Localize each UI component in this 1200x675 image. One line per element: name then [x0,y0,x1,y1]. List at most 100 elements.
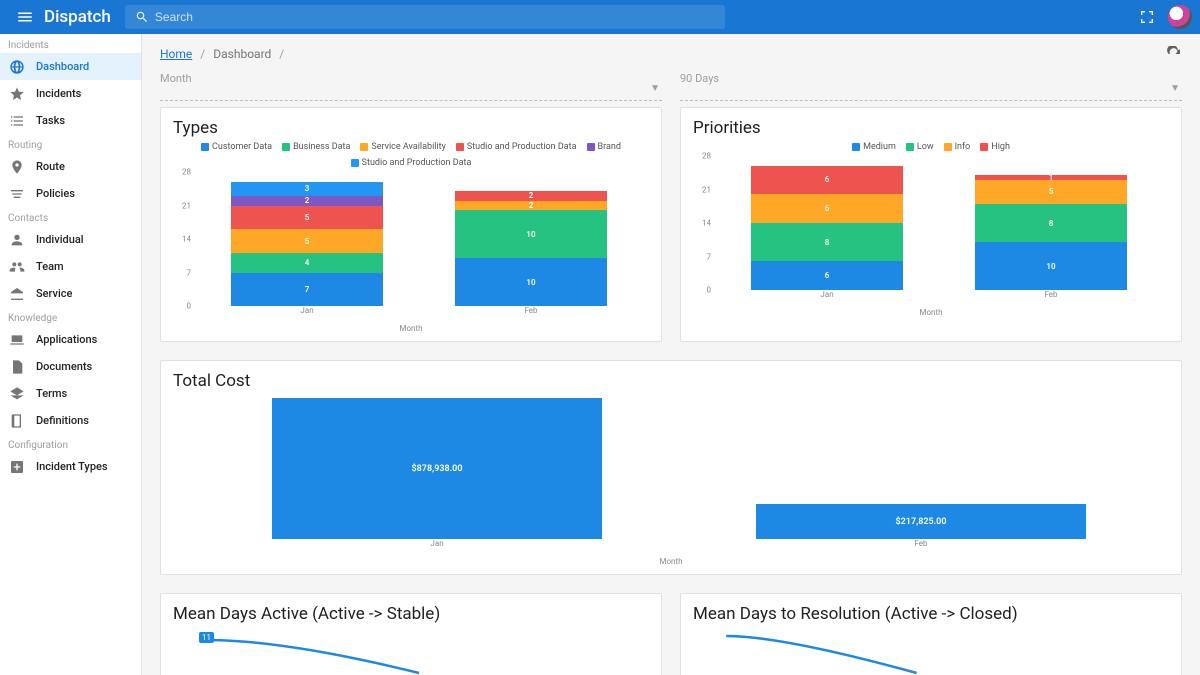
breadcrumb-current: Dashboard [213,47,271,61]
bar-segment: 8 [975,204,1127,242]
sidebar-item-label: Service [36,287,72,300]
sidebar-item-incident-types[interactable]: Incident Types [0,453,141,480]
data-point-label: 11 [199,632,214,643]
plus-box-icon [8,458,26,476]
bar-segment: 10 [975,242,1127,290]
legend-item: Studio and Production Data [351,158,472,168]
legend-item: Studio and Production Data [456,142,577,152]
refresh-button[interactable] [1166,46,1182,62]
sidebar-item-label: Incidents [36,87,81,100]
bar-column: 10851 [975,156,1127,290]
sidebar-group-label: Configuration [0,434,141,453]
search-icon [135,10,149,24]
sidebar-item-policies[interactable]: Policies [0,180,141,207]
legend-item: Brand [587,142,621,152]
policies-icon [8,185,26,203]
bar-segment: 10 [455,258,607,306]
globe-icon [8,58,26,76]
bar-segment: 4 [231,253,383,272]
sidebar-item-definitions[interactable]: Definitions [0,407,141,434]
bar-column: 101022 [455,172,607,306]
sidebar-group-label: Contacts [0,207,141,226]
bar-segment: 5 [975,180,1127,204]
priorities-legend: Medium Low Info High [693,142,1169,152]
legend-item: Business Data [282,142,350,152]
refresh-icon [1166,46,1182,62]
bar-segment: 6 [751,166,903,195]
sidebar-group-label: Incidents [0,34,141,53]
sidebar-item-label: Tasks [36,114,65,127]
search-input[interactable] [155,10,715,24]
search-field[interactable] [125,5,725,29]
menu-button[interactable] [8,0,42,34]
cost-card: Total Cost $878,938.00$217,825.00 JanFeb… [160,360,1182,575]
book-icon [8,412,26,430]
bar-segment: 5 [231,229,383,253]
checklist-icon [8,112,26,130]
cost-bar: $878,938.00 [272,398,601,539]
hamburger-icon [16,8,34,26]
sidebar-item-dashboard[interactable]: Dashboard [0,53,141,80]
sidebar-item-route[interactable]: Route [0,153,141,180]
sidebar-item-label: Team [36,260,64,273]
sidebar-item-tasks[interactable]: Tasks [0,107,141,134]
cost-bar: $217,825.00 [756,504,1085,539]
sidebar-group-label: Routing [0,134,141,153]
sidebar-item-label: Incident Types [36,460,108,473]
range-select[interactable]: 90 Days ▼ [680,72,1182,101]
pin-icon [8,158,26,176]
star-icon [8,85,26,103]
bar-segment: 2 [455,191,607,201]
group-icon [8,258,26,276]
app-header: Dispatch [0,0,1200,34]
chevron-down-icon: ▼ [1170,83,1180,94]
legend-item: Low [906,142,934,152]
bar-segment: 10 [455,210,607,258]
cost-chart: $878,938.00$217,825.00 JanFeb [195,395,1163,555]
sidebar-item-label: Route [36,160,65,173]
breadcrumb-home[interactable]: Home [160,47,192,61]
sidebar-item-service[interactable]: Service [0,280,141,307]
bar-segment: 7 [231,273,383,307]
legend-item: High [980,142,1010,152]
bar-segment: 6 [751,194,903,223]
mean-resolution-chart: 7.0 [715,628,1163,675]
legend-item: Service Availability [360,142,445,152]
sidebar-item-label: Terms [36,387,67,400]
sidebar-item-label: Dashboard [36,60,89,73]
sidebar-item-label: Applications [36,333,97,346]
range-label: 90 Days [680,72,1182,87]
sidebar-item-terms[interactable]: Terms [0,380,141,407]
person-icon [8,231,26,249]
sidebar-item-documents[interactable]: Documents [0,353,141,380]
mean-active-chart: 12 11 [195,628,643,675]
fullscreen-icon [1139,9,1155,25]
types-legend: Customer DataBusiness DataService Availa… [173,142,649,168]
card-title: Mean Days to Resolution (Active -> Close… [693,604,1169,624]
sidebar-item-label: Documents [36,360,92,373]
groupby-select[interactable]: Month ▼ [160,72,662,101]
types-chart: 07142128 745523101022 JanFeb [195,172,643,322]
fullscreen-button[interactable] [1130,0,1164,34]
sidebar-item-label: Definitions [36,414,89,427]
sidebar-item-label: Policies [36,187,75,200]
legend-item: Medium [852,142,896,152]
user-avatar[interactable] [1168,5,1192,29]
bar-column: 745523 [231,172,383,306]
bar-segment: 6 [751,261,903,290]
sidebar-item-team[interactable]: Team [0,253,141,280]
bar-segment: 2 [231,196,383,206]
sidebar-item-incidents[interactable]: Incidents [0,80,141,107]
bar-segment: 3 [231,182,383,196]
card-title: Priorities [693,118,1169,138]
service-icon [8,285,26,303]
layers-icon [8,385,26,403]
breadcrumb: Home / Dashboard / [160,46,1182,62]
bar-column: 6866 [751,156,903,290]
card-title: Types [173,118,649,138]
chevron-down-icon: ▼ [650,83,660,94]
legend-item: Info [944,142,971,152]
mean-active-card: Mean Days Active (Active -> Stable) 12 1… [160,593,662,675]
sidebar-item-individual[interactable]: Individual [0,226,141,253]
sidebar-item-applications[interactable]: Applications [0,326,141,353]
